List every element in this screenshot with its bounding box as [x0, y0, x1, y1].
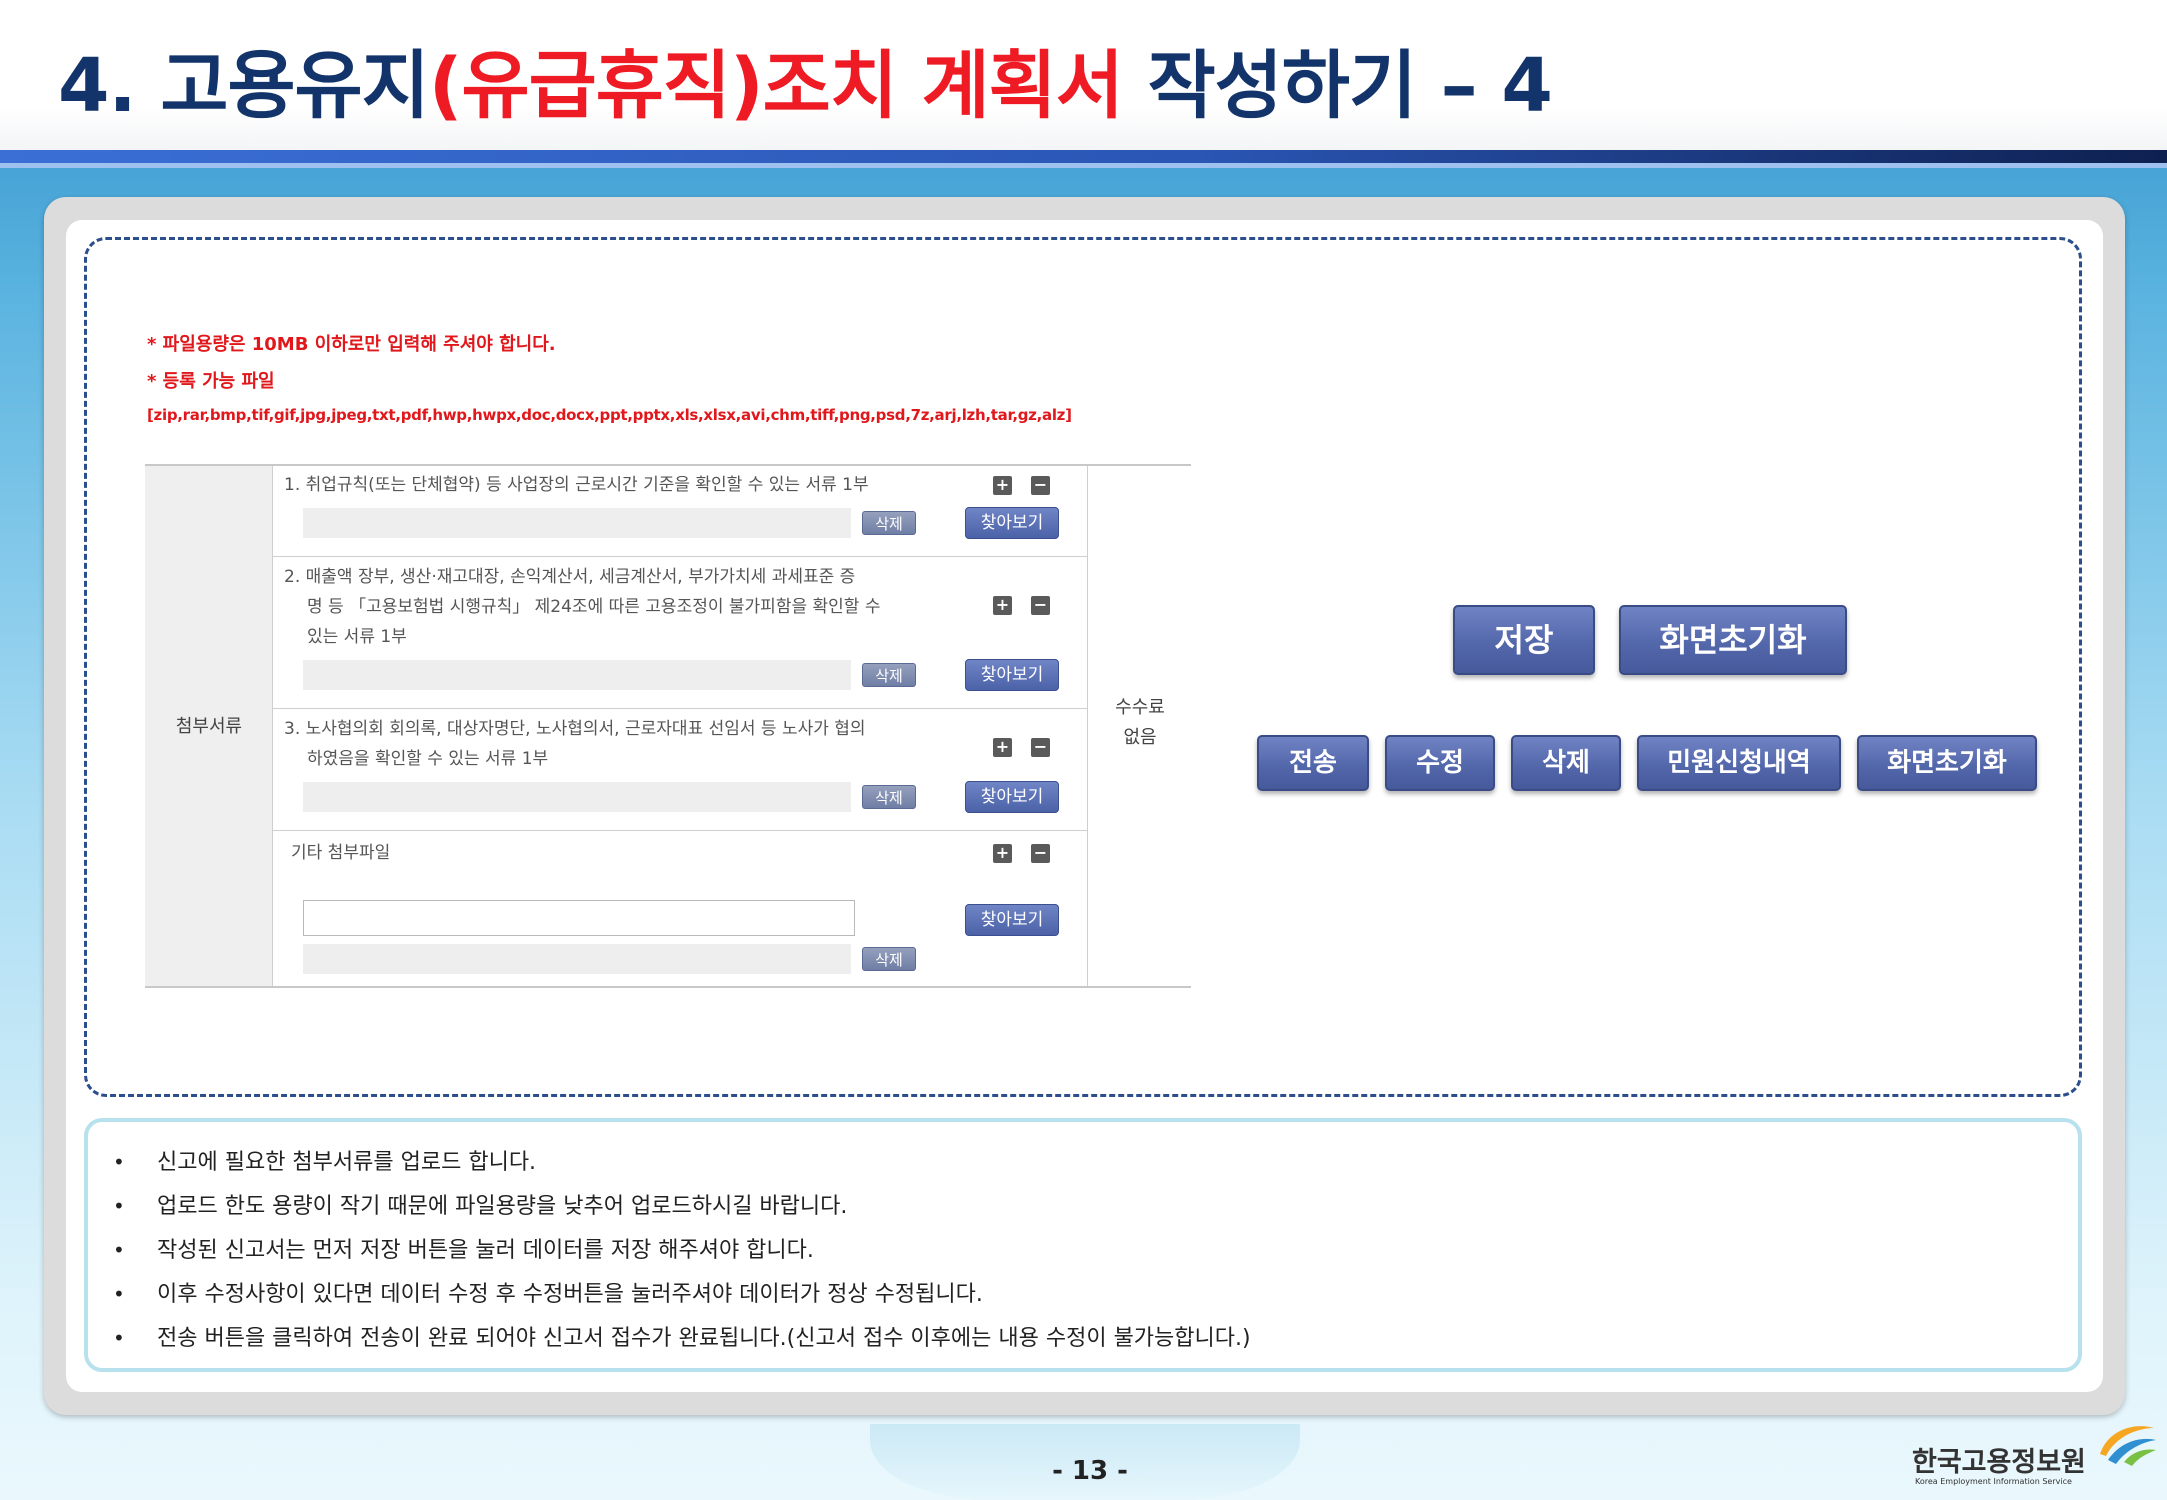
instruction-item: • 전송 버튼을 클릭하여 전송이 완료 되어야 신고서 접수가 완료됩니다.(신…: [113, 1320, 1251, 1352]
title-highlight: (유급휴직)조치 계획서: [428, 43, 1124, 129]
delete-file-button[interactable]: 삭제: [862, 663, 916, 687]
bullet: •: [113, 1282, 125, 1306]
title-part1: 4. 고용유지: [58, 43, 430, 129]
send-button[interactable]: 전송: [1257, 735, 1369, 791]
bullet: •: [113, 1326, 125, 1350]
file-name-field: [303, 782, 851, 812]
plus-icon[interactable]: +: [993, 476, 1012, 495]
row-divider: [273, 830, 1087, 831]
file-path-input[interactable]: [303, 900, 855, 936]
header-divider-highlight: [0, 163, 2167, 168]
notice-file-types: [zip,rar,bmp,tif,gif,jpg,jpeg,txt,pdf,hw…: [147, 406, 1072, 424]
reset-screen-button[interactable]: 화면초기화: [1857, 735, 2037, 791]
minus-icon[interactable]: −: [1031, 738, 1050, 757]
org-logo-icon: [2100, 1426, 2156, 1466]
attachment-label-cell: 첨부서류: [145, 466, 273, 986]
doc-other-label: 기타 첨부파일: [291, 843, 391, 863]
reset-button[interactable]: 화면초기화: [1619, 605, 1847, 675]
fee-cell: 수수료 없음: [1087, 466, 1191, 986]
bullet: •: [113, 1194, 125, 1218]
instruction-item: • 이후 수정사항이 있다면 데이터 수정 후 수정버튼을 눌러주셔야 데이터가 …: [113, 1276, 983, 1308]
fee-value: 없음: [1123, 727, 1157, 748]
browse-button[interactable]: 찾아보기: [965, 904, 1059, 936]
screenshot-panel: * 파일용량은 10MB 이하로만 입력해 주셔야 합니다. * 등록 가능 파…: [84, 237, 2082, 1097]
title-part2: 작성하기 – 4: [1122, 43, 1553, 129]
slide-header: 4. 고용유지(유급휴직)조치 계획서 작성하기 – 4: [0, 0, 2167, 152]
instruction-text: 전송 버튼을 클릭하여 전송이 완료 되어야 신고서 접수가 완료됩니다.(신고…: [157, 1326, 1251, 1351]
org-logo-subtitle: Korea Employment Information Service: [1915, 1477, 2072, 1486]
edit-button[interactable]: 수정: [1385, 735, 1495, 791]
attachment-label: 첨부서류: [175, 716, 243, 737]
minus-icon[interactable]: −: [1031, 476, 1050, 495]
instructions-box: • 신고에 필요한 첨부서류를 업로드 합니다. • 업로드 한도 용량이 작기 때…: [84, 1118, 2082, 1372]
delete-file-button[interactable]: 삭제: [862, 947, 916, 971]
delete-file-button[interactable]: 삭제: [862, 785, 916, 809]
save-button[interactable]: 저장: [1453, 605, 1595, 675]
page-number: - 13 -: [1052, 1456, 1128, 1486]
delete-button[interactable]: 삭제: [1511, 735, 1621, 791]
instruction-text: 신고에 필요한 첨부서류를 업로드 합니다.: [157, 1150, 537, 1175]
doc-2-label-line1: 2. 매출액 장부, 생산·재고대장, 손익계산서, 세금계산서, 부가가치세 …: [284, 567, 856, 587]
bullet: •: [113, 1150, 125, 1174]
fee-label: 수수료: [1115, 697, 1165, 718]
instruction-item: • 작성된 신고서는 먼저 저장 버튼을 눌러 데이터를 저장 해주셔야 합니다.: [113, 1232, 814, 1264]
doc-3-label-line1: 3. 노사협의회 회의록, 대상자명단, 노사협의서, 근로자대표 선임서 등 …: [284, 719, 866, 739]
instruction-text: 작성된 신고서는 먼저 저장 버튼을 눌러 데이터를 저장 해주셔야 합니다.: [157, 1238, 814, 1263]
notice-file-types-label: * 등록 가능 파일: [147, 371, 275, 392]
instruction-text: 이후 수정사항이 있다면 데이터 수정 후 수정버튼을 눌러주셔야 데이터가 정…: [157, 1282, 983, 1307]
application-history-button[interactable]: 민원신청내역: [1637, 735, 1841, 791]
bullet: •: [113, 1238, 125, 1262]
minus-icon[interactable]: −: [1031, 844, 1050, 863]
instruction-item: • 업로드 한도 용량이 작기 때문에 파일용량을 낮추어 업로드하시길 바랍니다…: [113, 1188, 847, 1220]
slide-title: 4. 고용유지(유급휴직)조치 계획서 작성하기 – 4: [58, 36, 1553, 136]
file-name-field: [303, 508, 851, 538]
browse-button[interactable]: 찾아보기: [965, 781, 1059, 813]
plus-icon[interactable]: +: [993, 738, 1012, 757]
row-divider: [273, 708, 1087, 709]
doc-2-label-line2: 명 등 「고용보험법 시행규칙」 제24조에 따른 고용조정이 불가피함을 확인…: [307, 597, 881, 617]
file-name-field: [303, 944, 851, 974]
plus-icon[interactable]: +: [993, 844, 1012, 863]
minus-icon[interactable]: −: [1031, 596, 1050, 615]
instruction-item: • 신고에 필요한 첨부서류를 업로드 합니다.: [113, 1144, 536, 1176]
doc-2-label-line3: 있는 서류 1부: [307, 627, 407, 647]
row-divider: [273, 556, 1087, 557]
plus-icon[interactable]: +: [993, 596, 1012, 615]
file-name-field: [303, 660, 851, 690]
browse-button[interactable]: 찾아보기: [965, 507, 1059, 539]
org-logo-text: 한국고용정보원: [1912, 1447, 2086, 1478]
browse-button[interactable]: 찾아보기: [965, 659, 1059, 691]
notice-file-size: * 파일용량은 10MB 이하로만 입력해 주셔야 합니다.: [147, 334, 556, 355]
doc-1-label: 1. 취업규칙(또는 단체협약) 등 사업장의 근로시간 기준을 확인할 수 있…: [284, 475, 869, 495]
instruction-text: 업로드 한도 용량이 작기 때문에 파일용량을 낮추어 업로드하시길 바랍니다.: [157, 1194, 848, 1219]
delete-file-button[interactable]: 삭제: [862, 511, 916, 535]
doc-3-label-line2: 하였음을 확인할 수 있는 서류 1부: [307, 749, 549, 769]
attachment-table: 첨부서류 수수료 없음 1. 취업규칙(또는 단체협약) 등 사업장의 근로시간…: [145, 464, 1191, 988]
